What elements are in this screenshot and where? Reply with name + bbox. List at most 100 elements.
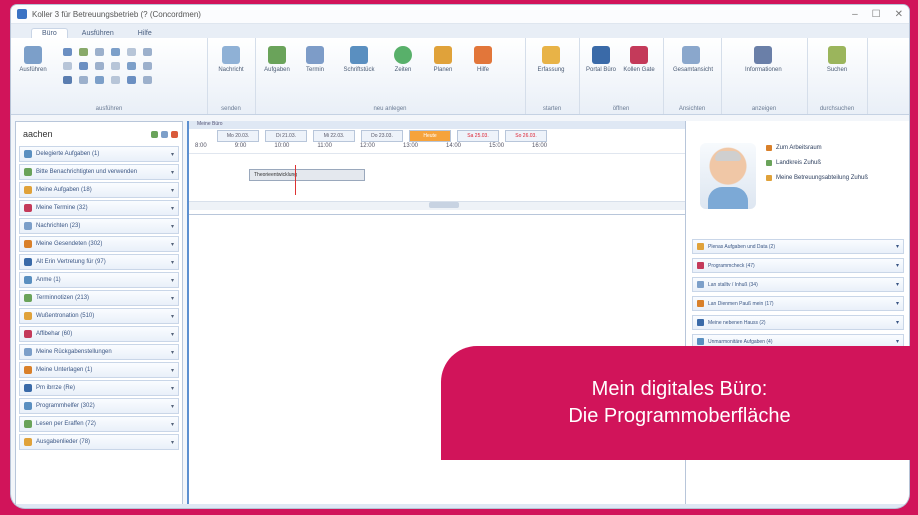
info-item[interactable]: Meine nebenen Hauss (2) ▾ [692,315,904,330]
sidebar-item[interactable]: Anme (1) ▾ [19,272,179,288]
calendar-day[interactable]: Do 23.03. [361,130,403,142]
sidebar-item[interactable]: Delegierte Aufgaben (1) ▾ [19,146,179,162]
calendar-event[interactable]: Theorieentwicklung [249,169,365,181]
info-item[interactable]: Programmcheck (47) ▾ [692,258,904,273]
quick-link[interactable]: Landkreis Zuhuß [766,160,868,166]
chevron-down-icon[interactable]: ▾ [171,439,174,446]
tool-icon[interactable] [79,76,88,84]
chevron-down-icon[interactable]: ▾ [171,331,174,338]
minimize-button[interactable]: – [852,9,858,20]
tab-buero[interactable]: Büro [31,28,68,38]
tool-icon[interactable] [63,62,72,70]
chevron-down-icon[interactable]: ▾ [171,403,174,410]
calendar-day[interactable]: Sa 25.03. [457,130,499,142]
sidebar-item[interactable]: Alt Erin Vertretung für (97) ▾ [19,254,179,270]
erfassung-button[interactable]: Erfassung [533,46,569,74]
chevron-down-icon[interactable]: ▾ [896,281,899,288]
chevron-down-icon[interactable]: ▾ [896,300,899,307]
delete-icon[interactable] [171,130,178,138]
zeiten-button[interactable]: Zeiten [385,46,421,74]
chevron-down-icon[interactable]: ▾ [896,262,899,269]
calendar-day[interactable]: So 26.03. [505,130,547,142]
chevron-down-icon[interactable]: ▾ [896,319,899,326]
chevron-down-icon[interactable]: ▾ [171,313,174,320]
maximize-button[interactable]: ☐ [872,9,881,20]
search-input[interactable]: aachen [20,129,151,139]
aufgaben-button[interactable]: Aufgaben [259,46,295,74]
chevron-down-icon[interactable]: ▾ [171,295,174,302]
chevron-down-icon[interactable]: ▾ [171,169,174,176]
chevron-down-icon[interactable]: ▾ [171,367,174,374]
sidebar-item[interactable]: Meine Gesendeten (302) ▾ [19,236,179,252]
calendar-day[interactable]: Di 21.03. [265,130,307,142]
tool-icon[interactable] [127,48,136,56]
tool-icon[interactable] [111,76,120,84]
sidebar-item[interactable]: Meine Termine (32) ▾ [19,200,179,216]
info-item[interactable]: Lan Dienmen Pauß mein (17) ▾ [692,296,904,311]
quick-link[interactable]: Meine Betreuungsabteilung Zuhuß [766,175,868,181]
chevron-down-icon[interactable]: ▾ [896,338,899,345]
chevron-down-icon[interactable]: ▾ [171,187,174,194]
tool-icon[interactable] [143,76,152,84]
tool-icon[interactable] [143,48,152,56]
sidebar-item[interactable]: Wußentronation (510) ▾ [19,308,179,324]
sidebar-item[interactable]: Meine Unterlagen (1) ▾ [19,362,179,378]
hilfe-button[interactable]: Hilfe [465,46,501,74]
informationen-button[interactable]: Informationen [745,46,782,74]
tool-icon[interactable] [79,62,88,70]
chevron-down-icon[interactable]: ▾ [896,243,899,250]
ausfuehren-button[interactable]: Ausführen [15,46,51,74]
tool-icon[interactable] [79,48,88,56]
close-button[interactable]: ✕ [895,9,903,20]
quick-link[interactable]: Zum Arbeitsraum [766,145,868,151]
sidebar-item[interactable]: Programmhelfer (302) ▾ [19,398,179,414]
chevron-down-icon[interactable]: ▾ [171,349,174,356]
info-item[interactable]: Plenas Aufgaben und Data (2) ▾ [692,239,904,254]
calendar-day[interactable]: Mo 20.03. [217,130,259,142]
kollen-gate-button[interactable]: Kollen Gate [621,46,657,74]
chevron-down-icon[interactable]: ▾ [171,259,174,266]
view-icon[interactable] [161,130,168,138]
tool-icon[interactable] [95,62,104,70]
planen-button[interactable]: Planen [425,46,461,74]
sidebar-item[interactable]: Meine Rückgabenstellungen ▾ [19,344,179,360]
sidebar-item[interactable]: Affibehar (60) ▾ [19,326,179,342]
gesamtansicht-button[interactable]: Gesamtansicht [673,46,713,74]
tab-ausfuehren[interactable]: Ausführen [72,29,124,38]
sidebar-item[interactable]: Bitte Benachrichtigten und verwenden ▾ [19,164,179,180]
calendar-day[interactable]: Mi 22.03. [313,130,355,142]
chevron-down-icon[interactable]: ▾ [171,385,174,392]
info-item[interactable]: Lan stalltv / Inhuß (34) ▾ [692,277,904,292]
nachricht-button[interactable]: Nachricht [213,46,249,74]
chevron-down-icon[interactable]: ▾ [171,223,174,230]
schriftstueck-button[interactable]: Schriftstück [341,46,377,74]
filter-icon[interactable] [151,130,158,138]
chevron-down-icon[interactable]: ▾ [171,205,174,212]
chevron-down-icon[interactable]: ▾ [171,241,174,248]
tool-icon[interactable] [143,62,152,70]
tool-icon[interactable] [127,62,136,70]
sidebar-item[interactable]: Terminnotizen (213) ▾ [19,290,179,306]
tool-icon[interactable] [111,48,120,56]
tool-icon[interactable] [63,76,72,84]
chevron-down-icon[interactable]: ▾ [171,277,174,284]
tool-icon[interactable] [95,76,104,84]
suchen-button[interactable]: Suchen [819,46,855,74]
sidebar-item[interactable]: Meine Aufgaben (18) ▾ [19,182,179,198]
portal-buero-button[interactable]: Portal Büro [583,46,619,74]
sidebar-item[interactable]: Pm ibrrze (Re) ▾ [19,380,179,396]
title-bar: Koller 3 für Betreuungsbetrieb (? (Conco… [11,5,909,24]
tool-icon[interactable] [127,76,136,84]
tab-hilfe[interactable]: Hilfe [128,29,162,38]
tool-icon[interactable] [95,48,104,56]
sidebar-item[interactable]: Nachrichten (23) ▾ [19,218,179,234]
chevron-down-icon[interactable]: ▾ [171,151,174,158]
chevron-down-icon[interactable]: ▾ [171,421,174,428]
scrollbar-thumb[interactable] [429,202,459,208]
tool-icon[interactable] [63,48,72,56]
termin-button[interactable]: Termin [297,46,333,74]
tool-icon[interactable] [111,62,120,70]
calendar-day[interactable]: Heute [409,130,451,142]
sidebar-item[interactable]: Ausgabenlieder (78) ▾ [19,434,179,450]
sidebar-item[interactable]: Lesen per Eraffen (72) ▾ [19,416,179,432]
